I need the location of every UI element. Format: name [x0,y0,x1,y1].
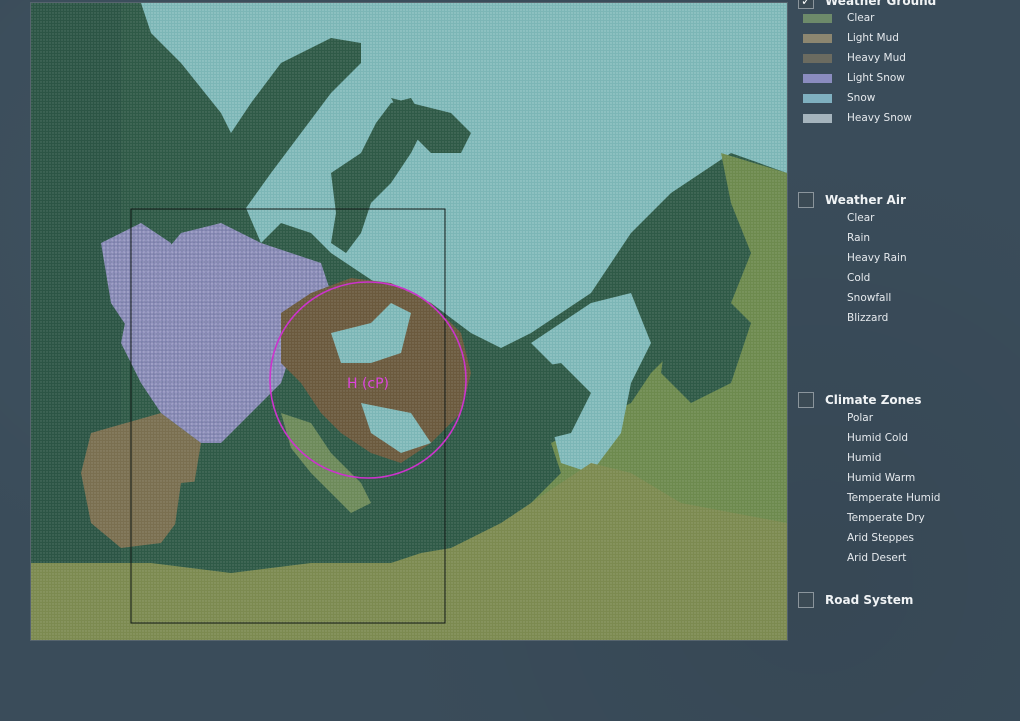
climate-zones-title: Climate Zones [825,393,922,407]
section-weather-air: Weather Air [798,191,906,209]
legend-item-air-clear: Clear [803,212,874,224]
legend-label: Light Snow [847,72,905,84]
legend-item-polar: Polar [803,412,873,424]
legend-label: Clear [847,12,875,24]
legend-label: Arid Steppes [847,532,914,544]
checkmark-icon: ✓ [800,0,812,8]
legend-label: Temperate Humid [847,492,941,504]
legend-item-heavy-mud: Heavy Mud [803,52,906,64]
legend-item-heavy-rain: Heavy Rain [803,252,907,264]
pressure-label: H (cP) [347,376,389,392]
climate-zones-checkbox[interactable] [798,392,814,408]
legend-item-light-mud: Light Mud [803,32,899,44]
swatch-heavy-snow [803,113,832,123]
legend-label: Clear [847,212,875,224]
legend-label: Snowfall [847,292,892,304]
swatch-light-mud [803,33,832,43]
legend-label: Blizzard [847,312,889,324]
legend-label: Heavy Mud [847,52,906,64]
road-system-checkbox[interactable] [798,592,814,608]
section-weather-ground: ✓ Weather Ground [798,0,936,10]
section-road-system: Road System [798,591,913,609]
layer-panel: ✓ Weather Ground Clear Light Mud Heavy M… [798,0,1020,721]
legend-item-snowfall: Snowfall [803,292,891,304]
swatch-snow [803,93,832,103]
legend-item-temperate-dry: Temperate Dry [803,512,925,524]
legend-label: Polar [847,412,874,424]
map-texture [31,3,787,640]
legend-label: Rain [847,232,871,244]
weather-air-checkbox[interactable] [798,192,814,208]
weather-air-title: Weather Air [825,193,906,207]
legend-item-blizzard: Blizzard [803,312,888,324]
legend-label: Temperate Dry [847,512,925,524]
legend-item-heavy-snow: Heavy Snow [803,112,912,124]
legend-label: Heavy Snow [847,112,912,124]
legend-label: Humid [847,452,882,464]
legend-label: Cold [847,272,871,284]
weather-map[interactable]: H (cP) [30,2,788,641]
legend-item-clear: Clear [803,12,874,24]
legend-item-cold: Cold [803,272,870,284]
swatch-light-snow [803,73,832,83]
section-climate-zones: Climate Zones [798,391,921,409]
weather-ground-checkbox[interactable]: ✓ [798,0,814,9]
legend-label: Arid Desert [847,552,907,564]
legend-item-arid-desert: Arid Desert [803,552,906,564]
legend-label: Heavy Rain [847,252,907,264]
legend-item-temperate-humid: Temperate Humid [803,492,940,504]
swatch-heavy-mud [803,53,832,63]
weather-ground-title: Weather Ground [825,0,937,8]
road-system-title: Road System [825,593,914,607]
legend-item-humid-cold: Humid Cold [803,432,908,444]
legend-item-humid: Humid [803,452,881,464]
legend-label: Humid Warm [847,472,916,484]
legend-label: Snow [847,92,876,104]
legend-label: Light Mud [847,32,899,44]
legend-item-snow: Snow [803,92,875,104]
legend-item-humid-warm: Humid Warm [803,472,915,484]
legend-item-light-snow: Light Snow [803,72,905,84]
swatch-clear [803,13,832,23]
legend-label: Humid Cold [847,432,909,444]
europe-map-canvas: H (cP) [31,3,787,640]
legend-item-rain: Rain [803,232,870,244]
legend-item-arid-steppes: Arid Steppes [803,532,914,544]
